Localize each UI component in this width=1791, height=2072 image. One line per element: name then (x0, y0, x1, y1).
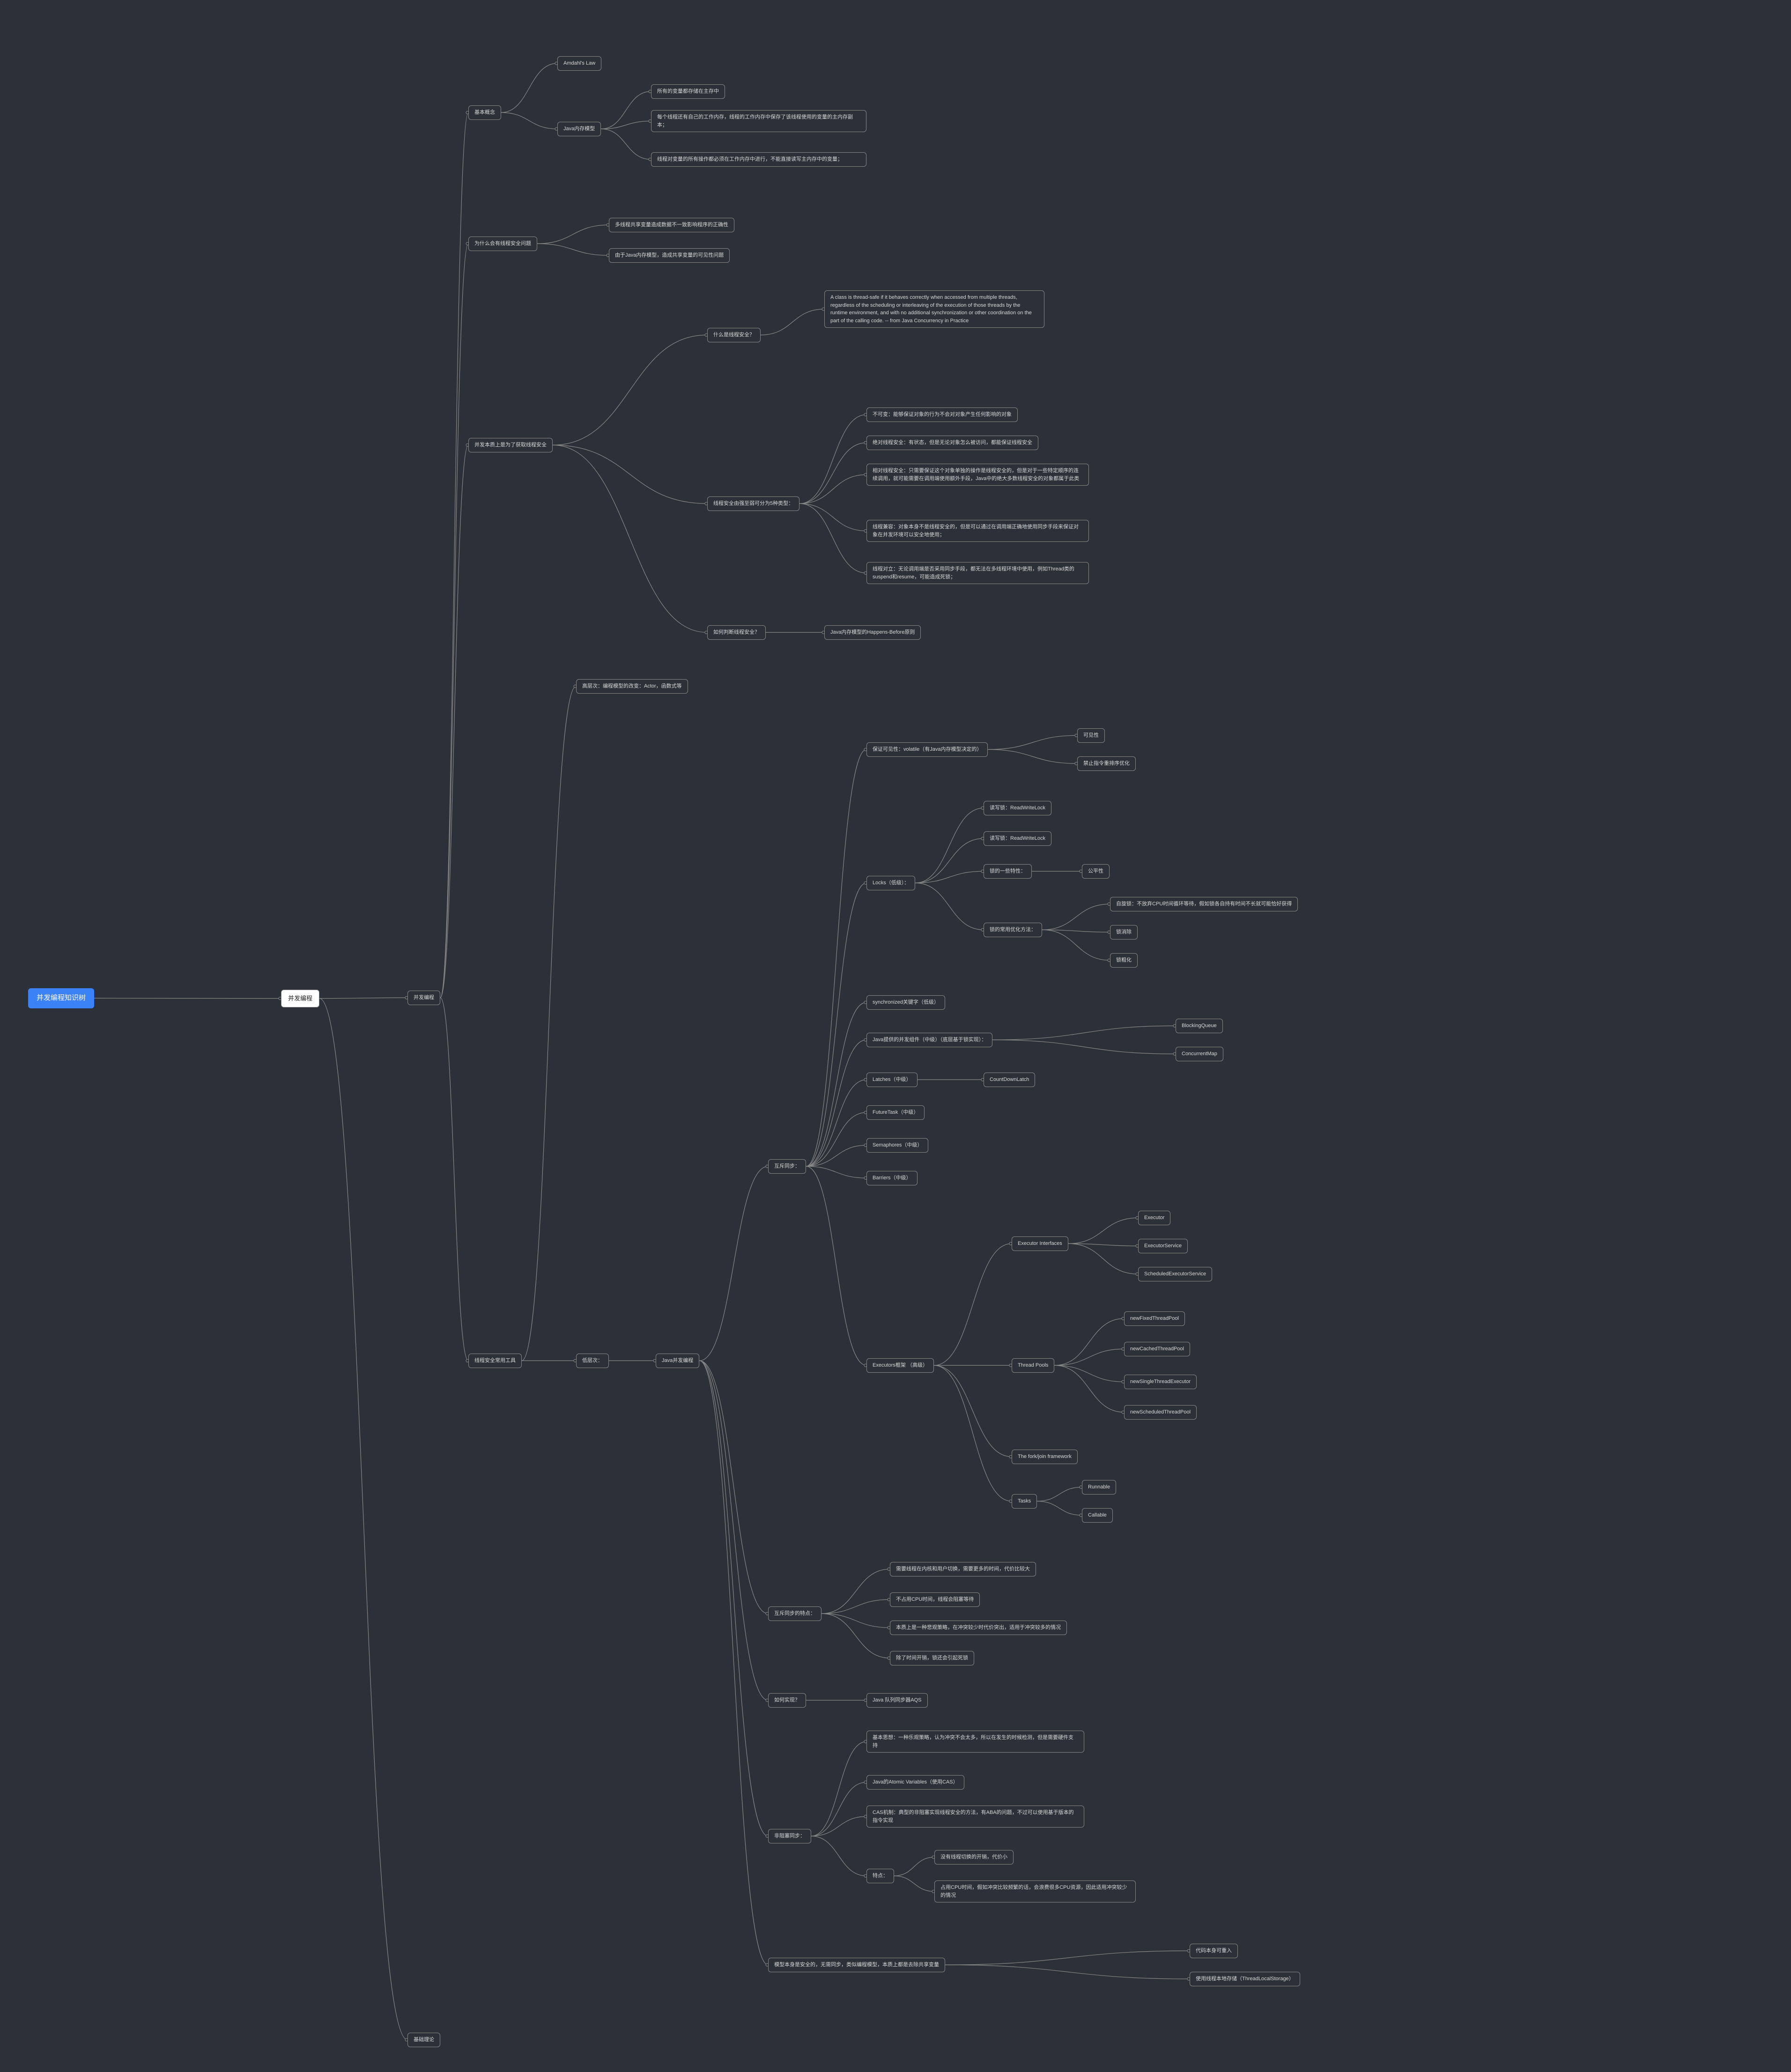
node-reorder[interactable]: 禁止指令重排序优化 (1077, 756, 1136, 771)
node-happens[interactable]: Java内存模型的Happens-Before原则 (824, 625, 921, 640)
node-cdl[interactable]: CountDownLatch (984, 1073, 1035, 1087)
node-nbf1[interactable]: 没有线程切换的开销，代价小 (934, 1850, 1014, 1865)
node-tp2[interactable]: newCachedThreadPool (1124, 1342, 1190, 1356)
node-sync[interactable]: synchronized关键字（低级） (866, 995, 945, 1010)
node-ts5-4[interactable]: 线程兼容：对象本身不是线程安全的，但是可以通过在调用端正确地使用同步手段来保证对… (866, 520, 1089, 542)
node-nb1[interactable]: 基本思想：一种乐观策略，认为冲突不会太多，所以在发生的时候检测，但是需要硬件支持 (866, 1731, 1084, 1753)
node-mutex[interactable]: 互斥同步： (768, 1159, 806, 1174)
node-tasks[interactable]: Tasks (1012, 1494, 1037, 1509)
node-nb-feat[interactable]: 特点： (866, 1869, 894, 1883)
node-ts5-5[interactable]: 线程对立：无论调用端是否采用同步手段，都无法在多线程环境中使用，例如Thread… (866, 562, 1089, 584)
node-run[interactable]: Runnable (1082, 1480, 1116, 1495)
node-javacon[interactable]: Java并发编程 (656, 1354, 699, 1368)
node-mf4[interactable]: 除了时间开销，锁还会引起死锁 (890, 1651, 974, 1665)
node-coarse[interactable]: 锁粗化 (1110, 953, 1138, 968)
node-bianfa2[interactable]: 并发编程 (407, 991, 440, 1005)
node-why[interactable]: 为什么会有线程安全问题 (468, 237, 537, 251)
node-why-2[interactable]: 由于Java内存模型，造成共享变量的可见性问题 (609, 248, 730, 263)
node-spin[interactable]: 自旋锁：不放弃CPU时间循环等待，假如锁各自持有时间不长就可能恰好获得 (1110, 897, 1298, 911)
node-nbf2[interactable]: 占用CPU时间，假如冲突比较频繁的话，会浪费很多CPU资源，因此适用冲突较少的情… (934, 1880, 1136, 1902)
node-ts5[interactable]: 线程安全由强至弱可分为5种类型： (707, 496, 799, 511)
node-jmm[interactable]: Java内存模型 (557, 122, 601, 136)
node-nonblock[interactable]: 非阻塞同步： (768, 1829, 811, 1843)
node-fair[interactable]: 公平性 (1082, 864, 1110, 879)
node-model[interactable]: 模型本身是安全的，无需同步，类似编程模型，本质上都是去除共享变量 (768, 1958, 945, 1972)
node-tools[interactable]: 线程安全常用工具 (468, 1354, 522, 1368)
node-ts-def[interactable]: A class is thread-safe if it behaves cor… (824, 290, 1044, 328)
node-essence[interactable]: 并发本质上是为了获取线程安全 (468, 438, 553, 452)
node-nb3[interactable]: CAS机制：典型的非阻塞实现线程安全的方法，有ABA的问题，不过可以使用基于版本… (866, 1806, 1084, 1828)
node-rw1[interactable]: 读写锁：ReadWriteLock (984, 801, 1051, 815)
node-aqs[interactable]: Java 队列同步器AQS (866, 1693, 928, 1708)
node-lockprop[interactable]: 锁的一些特性： (984, 864, 1032, 879)
node-execif[interactable]: Executor Interfaces (1012, 1236, 1068, 1251)
node-tp3[interactable]: newSingleThreadExecutor (1124, 1375, 1197, 1389)
node-rw2[interactable]: 读写锁：ReadWriteLock (984, 831, 1051, 846)
node-ts5-3[interactable]: 相对线程安全：只需要保证这个对象单独的操作是线程安全的，但是对于一些特定顺序的连… (866, 464, 1089, 486)
node-ts5-2[interactable]: 绝对线程安全：有状态，但是无论对象怎么被访问，都能保证线程安全 (866, 436, 1038, 450)
node-bq[interactable]: BlockingQueue (1176, 1019, 1223, 1033)
node-amdahl[interactable]: Amdahl's Law (557, 56, 601, 71)
node-nb2[interactable]: Java的Atomic Variables（使用CAS） (866, 1775, 964, 1790)
node-basic[interactable]: 基本概念 (468, 105, 501, 120)
root-node[interactable]: 并发编程知识树 (28, 988, 94, 1008)
node-javacomp[interactable]: Java提供的并发组件（中级）（底层基于锁实现）： (866, 1033, 992, 1047)
node-why-1[interactable]: 多线程共享变量造成数据不一致影响程序的正确性 (609, 218, 734, 232)
node-tp4[interactable]: newScheduledThreadPool (1124, 1405, 1197, 1420)
node-tp1[interactable]: newFixedThreadPool (1124, 1311, 1185, 1326)
node-mod2[interactable]: 使用线程本地存储（ThreadLocalStorage） (1190, 1972, 1300, 1986)
node-call[interactable]: Callable (1082, 1508, 1113, 1523)
node-howts[interactable]: 如何判断线程安全？ (707, 625, 766, 640)
node-jmm-2[interactable]: 每个线程还有自己的工作内存，线程的工作内存中保存了该线程使用的变量的主内存副本； (651, 110, 866, 132)
node-ts5-1[interactable]: 不可变：能够保证对象的行为不会对对象产生任何影响的对象 (866, 407, 1018, 422)
node-lockopt[interactable]: 锁的常用优化方法： (984, 923, 1042, 937)
node-theory[interactable]: 基础理论 (407, 2033, 440, 2047)
node-mf3[interactable]: 本质上是一种悲观策略，在冲突较少时代价突出，适用于冲突较多的情况 (890, 1621, 1067, 1635)
node-exec2[interactable]: ExecutorService (1138, 1239, 1188, 1253)
node-mod1[interactable]: 代码本身可重入 (1190, 1944, 1238, 1958)
node-forkjoin[interactable]: The fork/join framework (1012, 1450, 1078, 1464)
node-high[interactable]: 高层次：编程模型的改变：Actor，函数式等 (576, 679, 688, 694)
node-how[interactable]: 如何实现？ (768, 1693, 806, 1708)
node-mutex-feat[interactable]: 互斥同步的特点： (768, 1606, 821, 1621)
node-whatts[interactable]: 什么是线程安全？ (707, 328, 761, 342)
node-sem[interactable]: Semaphores（中级） (866, 1138, 928, 1153)
node-mf1[interactable]: 需要线程在内核和用户切换，需要更多的时间，代价比较大 (890, 1562, 1036, 1576)
node-exec[interactable]: Executors框架 （高级） (866, 1358, 934, 1373)
node-locks[interactable]: Locks（低级）： (866, 876, 915, 890)
node-latches[interactable]: Latches（中级） (866, 1073, 918, 1087)
node-volatile[interactable]: 保证可见性：volatile（有Java内存模型决定的） (866, 742, 988, 757)
node-exec1[interactable]: Executor (1138, 1211, 1170, 1225)
node-jmm-1[interactable]: 所有的变量都存储在主存中 (651, 84, 725, 99)
node-threadpool[interactable]: Thread Pools (1012, 1358, 1054, 1373)
node-low[interactable]: 低层次： (576, 1354, 609, 1368)
node-bianfa[interactable]: 并发编程 (281, 990, 319, 1007)
node-bar[interactable]: Barriers（中级） (866, 1171, 918, 1185)
node-vis[interactable]: 可见性 (1077, 728, 1105, 743)
node-cm[interactable]: ConcurrentMap (1176, 1047, 1223, 1061)
node-exec3[interactable]: ScheduledExecutorService (1138, 1267, 1212, 1281)
node-mf2[interactable]: 不占用CPU时间，线程会阻塞等待 (890, 1592, 980, 1607)
node-jmm-3[interactable]: 线程对变量的所有操作都必须在工作内存中进行，不能直接读写主内存中的变量； (651, 152, 866, 167)
node-elim[interactable]: 锁消除 (1110, 925, 1138, 940)
node-ft[interactable]: FutureTask（中级） (866, 1105, 925, 1120)
